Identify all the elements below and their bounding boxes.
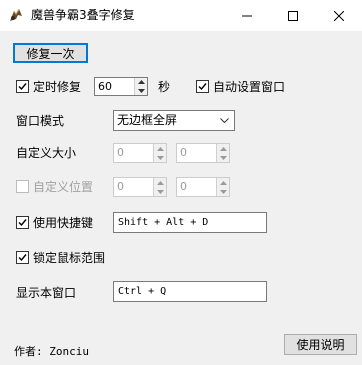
app-icon <box>10 8 22 21</box>
spin-down-button[interactable] <box>217 153 229 162</box>
spin-down-button[interactable] <box>135 87 147 96</box>
x-spinner[interactable] <box>153 178 166 196</box>
minimize-button[interactable] <box>224 0 270 31</box>
author-label: 作者: Zonciu <box>14 345 89 358</box>
custom-size-label: 自定义大小 <box>16 146 77 160</box>
width-spinner[interactable] <box>153 144 166 162</box>
spin-up-button[interactable] <box>135 78 147 87</box>
lock-mouse-checkbox[interactable] <box>16 251 29 264</box>
spin-up-button[interactable] <box>217 144 229 153</box>
maximize-icon <box>288 10 298 21</box>
spin-down-icon <box>156 155 164 160</box>
custom-y-value: 0 <box>180 180 187 193</box>
custom-position-label: 自定义位置 <box>33 180 94 194</box>
help-button[interactable]: 使用说明 <box>284 334 357 355</box>
seconds-unit-label: 秒 <box>158 80 171 94</box>
custom-x-input[interactable]: 0 <box>113 177 167 197</box>
height-spinner[interactable] <box>216 144 229 162</box>
minimize-icon <box>242 15 252 16</box>
spin-up-icon <box>219 146 227 151</box>
hotkey-label: 使用快捷键 <box>33 216 94 230</box>
timed-repair-interval-input[interactable]: 60 <box>94 77 148 96</box>
window-mode-label: 窗口模式 <box>16 114 65 128</box>
spin-up-icon <box>219 180 227 185</box>
custom-height-input[interactable]: 0 <box>176 143 230 163</box>
spin-down-button[interactable] <box>217 187 229 196</box>
maximize-button[interactable] <box>270 0 316 31</box>
auto-window-checkbox[interactable] <box>196 80 209 93</box>
hotkey-checkbox[interactable] <box>16 216 29 229</box>
spin-down-button[interactable] <box>154 187 166 196</box>
checkmark-icon <box>18 219 27 227</box>
custom-width-input[interactable]: 0 <box>113 143 167 163</box>
lock-mouse-label: 锁定鼠标范围 <box>33 251 106 265</box>
custom-width-value: 0 <box>117 146 124 159</box>
custom-x-value: 0 <box>117 180 124 193</box>
repair-once-button[interactable]: 修复一次 <box>13 43 88 63</box>
spin-down-icon <box>156 189 164 194</box>
spin-up-icon <box>137 80 145 85</box>
spin-down-icon <box>219 155 227 160</box>
custom-position-checkbox[interactable] <box>16 180 29 193</box>
window-title: 魔兽争霸3叠字修复 <box>31 8 135 22</box>
spin-down-icon <box>137 88 145 93</box>
spin-down-button[interactable] <box>154 153 166 162</box>
window-mode-selected: 无边框全屏 <box>117 113 178 127</box>
timed-repair-interval-value: 60 <box>98 80 112 93</box>
checkmark-icon <box>18 254 27 262</box>
spin-up-icon <box>156 146 164 151</box>
timed-repair-checkbox[interactable] <box>16 80 29 93</box>
show-window-label: 显示本窗口 <box>16 286 77 300</box>
spin-up-button[interactable] <box>154 178 166 187</box>
checkmark-icon <box>18 83 27 91</box>
auto-window-label: 自动设置窗口 <box>213 80 286 94</box>
interval-spinner[interactable] <box>134 78 147 95</box>
checkmark-icon <box>198 83 207 91</box>
timed-repair-label: 定时修复 <box>33 80 82 94</box>
spin-down-icon <box>219 189 227 194</box>
close-button[interactable] <box>316 0 362 31</box>
title-bar[interactable]: 魔兽争霸3叠字修复 <box>0 0 362 31</box>
y-spinner[interactable] <box>216 178 229 196</box>
chevron-down-icon <box>220 118 229 123</box>
show-window-hotkey-input[interactable]: Ctrl + Q <box>113 281 267 302</box>
hotkey-input[interactable]: Shift + Alt + D <box>113 212 267 233</box>
spin-up-icon <box>156 180 164 185</box>
custom-y-input[interactable]: 0 <box>176 177 230 197</box>
spin-up-button[interactable] <box>154 144 166 153</box>
custom-height-value: 0 <box>180 146 187 159</box>
close-icon <box>334 10 344 21</box>
spin-up-button[interactable] <box>217 178 229 187</box>
window-mode-select[interactable]: 无边框全屏 <box>113 110 235 131</box>
